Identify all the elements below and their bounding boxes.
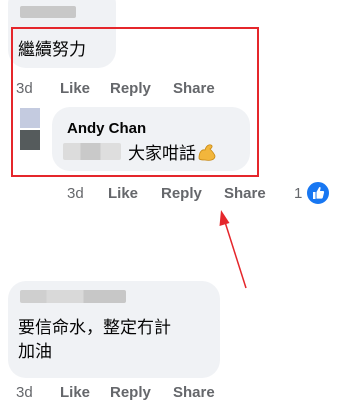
reply-button-2[interactable]: Reply [161,185,224,202]
redacted-name-1 [20,6,76,18]
share-button-3[interactable]: Share [173,384,215,401]
reaction-count[interactable]: 1 [294,185,302,202]
comment-text-3: 要信命水，整定冇計 加油 [18,316,171,364]
annotation-highlight-box [11,27,259,177]
thumbs-up-icon[interactable] [305,180,331,206]
redacted-name-3 [20,290,126,303]
share-button-2[interactable]: Share [224,185,266,202]
comment-text-3-line1: 要信命水，整定冇計 [18,318,171,337]
comment-text-3-line2: 加油 [18,342,52,361]
reply-time[interactable]: 3d [67,185,108,202]
like-button-2[interactable]: Like [108,185,161,202]
reply-actions: 3d Like Reply Share [67,185,266,202]
comment-time-3[interactable]: 3d [16,384,60,401]
reply-button-3[interactable]: Reply [110,384,173,401]
like-button-3[interactable]: Like [60,384,110,401]
comment-actions-3: 3d Like Reply Share [16,384,215,401]
